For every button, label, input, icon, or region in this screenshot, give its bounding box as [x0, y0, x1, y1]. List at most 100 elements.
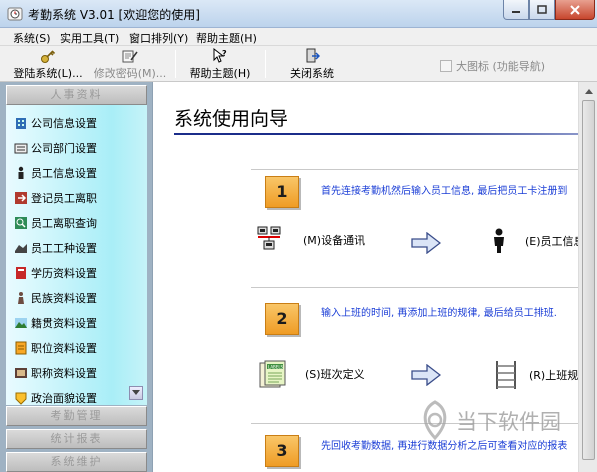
work-rule-button[interactable]: (R)上班规	[493, 360, 578, 390]
toolbar-separator	[175, 50, 176, 78]
right-arrow-icon	[411, 232, 441, 254]
education-icon	[16, 267, 26, 279]
nav-item-label: 政治面貌设置	[31, 392, 97, 405]
title-bar: 考勤系统 V3.01 [欢迎您的使用]	[0, 0, 597, 28]
exit-door-icon	[306, 48, 320, 63]
watermark: 当下软件园	[414, 400, 594, 440]
query-icon	[15, 217, 27, 229]
exit-system-button[interactable]: 关闭系统	[284, 46, 340, 82]
toolbar: 登陆系统(L)... 修改密码(M)... ? 帮助主题(H) 关闭系统 大图标…	[0, 46, 597, 82]
maximize-icon	[537, 5, 547, 14]
exit-system-label: 关闭系统	[290, 67, 334, 80]
big-icon-checkbox[interactable]	[440, 60, 452, 72]
employee-info-button[interactable]: (E)员工信息	[491, 228, 578, 254]
job-icon	[15, 244, 27, 253]
step-number-badge: 1	[265, 176, 299, 208]
window-title: 考勤系统 V3.01 [欢迎您的使用]	[28, 8, 200, 22]
svg-text:?: ?	[222, 49, 227, 58]
nav-item-register-resignation[interactable]: 登记员工离职	[14, 189, 97, 207]
password-edit-icon	[122, 50, 138, 63]
nav-section-attendance[interactable]: 考勤管理	[6, 406, 147, 426]
person-icon	[494, 228, 504, 253]
app-clock-icon	[7, 7, 23, 21]
nav-item-label: 学历资料设置	[31, 267, 97, 280]
employee-info-label: (E)员工信息	[525, 235, 578, 248]
toolbar-separator	[265, 50, 266, 78]
step-divider	[251, 169, 578, 170]
close-button[interactable]	[555, 0, 595, 20]
nav-item-label: 职称资料设置	[31, 367, 97, 380]
nation-icon	[18, 292, 24, 304]
step-number-badge: 3	[265, 435, 299, 467]
resign-icon	[15, 192, 27, 204]
nav-item-employee-info[interactable]: 员工信息设置	[14, 164, 97, 182]
close-icon	[570, 4, 580, 15]
maximize-button[interactable]	[529, 0, 555, 20]
menu-system[interactable]: 系统(S)	[13, 30, 51, 46]
step-description: 输入上班的时间, 再添加上班的规律, 最后给员工排班.	[321, 308, 557, 319]
login-button[interactable]: 登陆系统(L)...	[12, 46, 84, 82]
landscape-icon	[15, 318, 27, 328]
nav-item-education[interactable]: 学历资料设置	[14, 264, 97, 282]
change-password-label: 修改密码(M)...	[93, 67, 167, 80]
work-rule-label: (R)上班规	[529, 369, 578, 382]
change-password-button[interactable]: 修改密码(M)...	[92, 46, 168, 82]
title-divider	[174, 133, 578, 135]
ladder-icon	[496, 361, 516, 389]
minimize-icon	[512, 10, 520, 13]
nav-item-department[interactable]: 公司部门设置	[14, 139, 97, 157]
scroll-up-button[interactable]	[581, 84, 596, 98]
nav-item-label: 员工工种设置	[31, 242, 97, 255]
nav-section-maintenance[interactable]: 系统维护	[6, 452, 147, 472]
menu-tools[interactable]: 实用工具(T)	[60, 30, 119, 46]
shift-definition-button[interactable]: LABELS (S)班次定义	[259, 360, 365, 388]
nav-item-label: 员工离职查询	[31, 217, 97, 230]
nav-item-political-status[interactable]: 政治面貌设置	[14, 389, 97, 407]
step-description: 首先连接考勤机然后输入员工信息, 最后把员工卡注册到	[321, 186, 568, 197]
nav-item-position[interactable]: 职位资料设置	[14, 339, 97, 357]
nav-item-resignation-query[interactable]: 员工离职查询	[14, 214, 97, 232]
nav-item-label: 公司信息设置	[31, 117, 97, 130]
nav-section-personnel[interactable]: 人事资料	[6, 85, 147, 105]
nav-section-reports[interactable]: 统计报表	[6, 429, 147, 449]
nav-item-label: 民族资料设置	[31, 292, 97, 305]
nav-item-label: 登记员工离职	[31, 192, 97, 205]
nav-item-native-place[interactable]: 籍贯资料设置	[14, 314, 97, 332]
minimize-button[interactable]	[503, 0, 529, 20]
title-icon	[15, 368, 27, 378]
nav-item-job-type[interactable]: 员工工种设置	[14, 239, 97, 257]
nav-item-list: 公司信息设置 公司部门设置 员工信息设置 登记员工离职 员工离职查询 员工工种设…	[6, 105, 147, 405]
menu-help[interactable]: 帮助主题(H)	[196, 30, 257, 46]
shift-definition-label: (S)班次定义	[305, 368, 365, 381]
device-communication-label: (M)设备通讯	[303, 234, 366, 247]
network-devices-icon	[257, 226, 281, 250]
building-icon	[16, 118, 26, 129]
step-divider	[251, 287, 578, 288]
nav-scroll-down-button[interactable]	[129, 386, 143, 400]
menu-bar: 系统(S) 实用工具(T) 窗口排列(Y) 帮助主题(H)	[0, 28, 597, 46]
nav-item-nationality[interactable]: 民族资料设置	[14, 289, 97, 307]
step-number-badge: 2	[265, 303, 299, 335]
help-cursor-icon: ?	[213, 48, 227, 63]
big-icon-option[interactable]: 大图标 (功能导航)	[440, 58, 545, 74]
nav-item-professional-title[interactable]: 职称资料设置	[14, 364, 97, 382]
department-icon	[14, 143, 28, 154]
nav-item-company-info[interactable]: 公司信息设置	[14, 114, 97, 132]
schedule-labels-icon: LABELS	[259, 360, 286, 388]
chevron-up-icon	[584, 88, 593, 94]
help-topics-button[interactable]: ? 帮助主题(H)	[186, 46, 254, 82]
device-communication-button[interactable]: (M)设备通讯	[257, 226, 365, 254]
politics-icon	[15, 392, 27, 405]
key-icon	[41, 50, 56, 63]
watermark-logo-icon	[423, 400, 447, 440]
login-label: 登陆系统(L)...	[13, 67, 83, 80]
svg-text:LABELS: LABELS	[268, 364, 284, 369]
menu-window[interactable]: 窗口排列(Y)	[129, 30, 188, 46]
nav-item-label: 公司部门设置	[31, 142, 97, 155]
nav-item-label: 员工信息设置	[31, 167, 97, 180]
chevron-down-icon	[132, 390, 140, 395]
nav-item-label: 职位资料设置	[31, 342, 97, 355]
position-icon	[15, 341, 27, 355]
nav-item-label: 籍贯资料设置	[31, 317, 97, 330]
big-icon-label: 大图标 (功能导航)	[456, 60, 546, 73]
